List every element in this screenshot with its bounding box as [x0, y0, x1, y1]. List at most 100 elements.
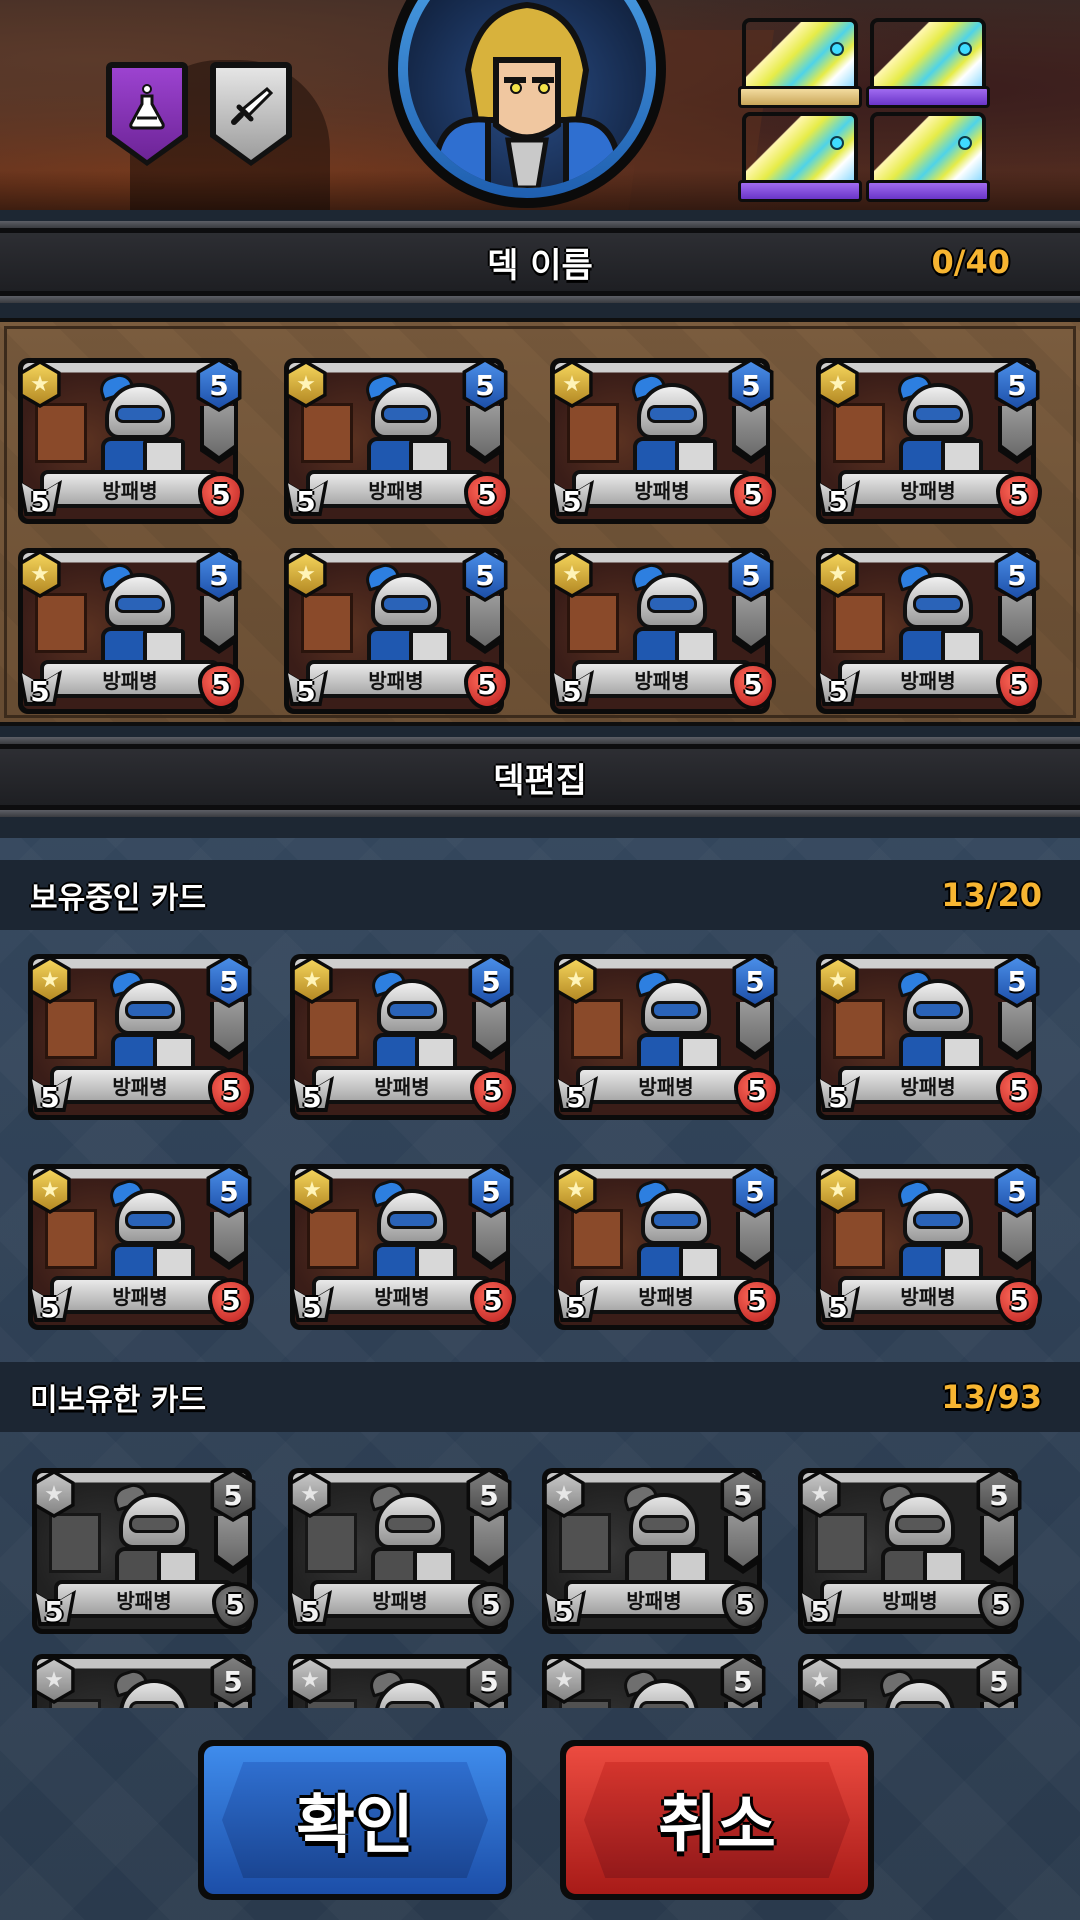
- shield-soldier-icon: [93, 370, 189, 485]
- card-name: 방패병: [838, 660, 1018, 698]
- card-name: 방패병: [54, 1580, 234, 1618]
- card-name: 방패병: [312, 1276, 492, 1314]
- unit-card[interactable]: ★ 5 방패병 5 5: [284, 548, 522, 714]
- shield-soldier-icon: [363, 1666, 459, 1708]
- unit-card[interactable]: ★ 5 방패병 5 5: [288, 1468, 526, 1634]
- card-attack-badge: 5: [816, 1068, 860, 1118]
- unit-card[interactable]: ★ 5 방패병 5 5: [554, 1164, 792, 1330]
- deck-name-header[interactable]: 덱 이름 0/40: [0, 221, 1080, 303]
- card-cost: 5: [200, 552, 238, 598]
- card-attack: 5: [810, 1594, 830, 1628]
- cancel-button[interactable]: 취소: [560, 1740, 874, 1900]
- unit-card[interactable]: ★ 5 방패병 5 5: [542, 1654, 780, 1708]
- knight-hero-avatar: [408, 0, 646, 188]
- crate-icon: [815, 1513, 867, 1573]
- unit-card[interactable]: ★ 5 방패병 5 5: [798, 1468, 1036, 1634]
- unit-card[interactable]: ★ 5 방패병 5 5: [18, 548, 256, 714]
- card-name: 방패병: [312, 1066, 492, 1104]
- unit-card[interactable]: ★ 5 방패병 5 5: [550, 358, 788, 524]
- card-cost: 5: [466, 362, 504, 408]
- badge-ribbon: [866, 180, 990, 202]
- card-health: 5: [1009, 1074, 1029, 1107]
- crate-icon: [559, 1513, 611, 1573]
- card-name: 방패병: [50, 1066, 230, 1104]
- card-cost: 5: [732, 552, 770, 598]
- crate-icon: [571, 999, 623, 1059]
- card-cost: 5: [736, 958, 774, 1004]
- card-attack-badge: 5: [284, 472, 328, 522]
- unit-card[interactable]: ★ 5 방패병 5 5: [542, 1468, 780, 1634]
- card-name: 방패병: [50, 1276, 230, 1314]
- gem-icon: [830, 42, 844, 56]
- card-attack-badge: 5: [28, 1278, 72, 1328]
- unit-card[interactable]: ★ 5 방패병 5 5: [816, 358, 1054, 524]
- card-cost: 5: [210, 958, 248, 1004]
- card-health-badge: 5: [978, 1582, 1024, 1630]
- unit-card[interactable]: ★ 5 방패병 5 5: [32, 1654, 270, 1708]
- unit-card[interactable]: ★ 5 방패병 5 5: [816, 1164, 1054, 1330]
- unit-card[interactable]: ★ 5 방패병 5 5: [288, 1654, 526, 1708]
- cancel-button-label: 취소: [658, 1789, 776, 1863]
- unit-card[interactable]: ★ 5 방패병 5 5: [290, 954, 528, 1120]
- card-attack: 5: [562, 674, 582, 708]
- card-cost: 5: [466, 552, 504, 598]
- card-health-badge: 5: [734, 1068, 780, 1116]
- sword-icon: [231, 86, 273, 125]
- unit-card[interactable]: ★ 5 방패병 5 5: [290, 1164, 528, 1330]
- unit-card[interactable]: ★ 5 방패병 5 5: [816, 548, 1054, 714]
- unit-card[interactable]: ★ 5 방패병 5 5: [28, 954, 266, 1120]
- card-attack: 5: [828, 674, 848, 708]
- card-health: 5: [225, 1588, 245, 1621]
- card-health: 5: [747, 1074, 767, 1107]
- card-health-badge: 5: [996, 1278, 1042, 1326]
- card-health-badge: 5: [470, 1278, 516, 1326]
- crate-icon: [301, 593, 353, 653]
- shield-soldier-icon: [103, 966, 199, 1081]
- badge-ribbon: [866, 86, 990, 108]
- card-attack: 5: [300, 1594, 320, 1628]
- reward-badge-2[interactable]: [866, 18, 990, 108]
- card-health: 5: [211, 478, 231, 511]
- unit-card[interactable]: ★ 5 방패병 5 5: [554, 954, 792, 1120]
- crate-icon: [567, 403, 619, 463]
- card-cost: 5: [214, 1472, 252, 1518]
- reward-badge-4[interactable]: [866, 112, 990, 202]
- shield-soldier-icon: [93, 560, 189, 675]
- unowned-cards-label: 미보유한 카드: [30, 1383, 207, 1418]
- unit-card[interactable]: ★ 5 방패병 5 5: [798, 1654, 1036, 1708]
- card-health-badge: 5: [996, 1068, 1042, 1116]
- crate-icon: [45, 999, 97, 1059]
- shield-soldier-icon: [365, 966, 461, 1081]
- card-attack-badge: 5: [816, 1278, 860, 1328]
- card-health-badge: 5: [996, 472, 1042, 520]
- confirm-button[interactable]: 확인: [198, 1740, 512, 1900]
- card-health-badge: 5: [198, 662, 244, 710]
- card-attack-badge: 5: [542, 1582, 586, 1632]
- unit-card[interactable]: ★ 5 방패병 5 5: [284, 358, 522, 524]
- unit-card[interactable]: ★ 5 방패병 5 5: [18, 358, 256, 524]
- unit-card[interactable]: ★ 5 방패병 5 5: [32, 1468, 270, 1634]
- card-name: 방패병: [838, 1276, 1018, 1314]
- unit-card[interactable]: ★ 5 방패병 5 5: [550, 548, 788, 714]
- reward-badge-3[interactable]: [738, 112, 862, 202]
- card-name: 방패병: [576, 1276, 756, 1314]
- crate-icon: [567, 593, 619, 653]
- shield-soldier-icon: [107, 1666, 203, 1708]
- card-cost: 5: [736, 1168, 774, 1214]
- crate-icon: [35, 593, 87, 653]
- card-attack: 5: [566, 1080, 586, 1114]
- card-name: 방패병: [576, 1066, 756, 1104]
- card-health: 5: [743, 478, 763, 511]
- unit-card[interactable]: ★ 5 방패병 5 5: [816, 954, 1054, 1120]
- card-attack: 5: [302, 1290, 322, 1324]
- shield-soldier-icon: [363, 1480, 459, 1595]
- card-attack: 5: [40, 1290, 60, 1324]
- owned-cards-header: 보유중인 카드 13/20: [0, 860, 1080, 930]
- gem-icon: [958, 42, 972, 56]
- reward-badge-1[interactable]: [738, 18, 862, 108]
- card-cost: 5: [732, 362, 770, 408]
- shield-soldier-icon: [103, 1176, 199, 1291]
- shield-soldier-icon: [625, 560, 721, 675]
- unit-card[interactable]: ★ 5 방패병 5 5: [28, 1164, 266, 1330]
- shield-soldier-icon: [107, 1480, 203, 1595]
